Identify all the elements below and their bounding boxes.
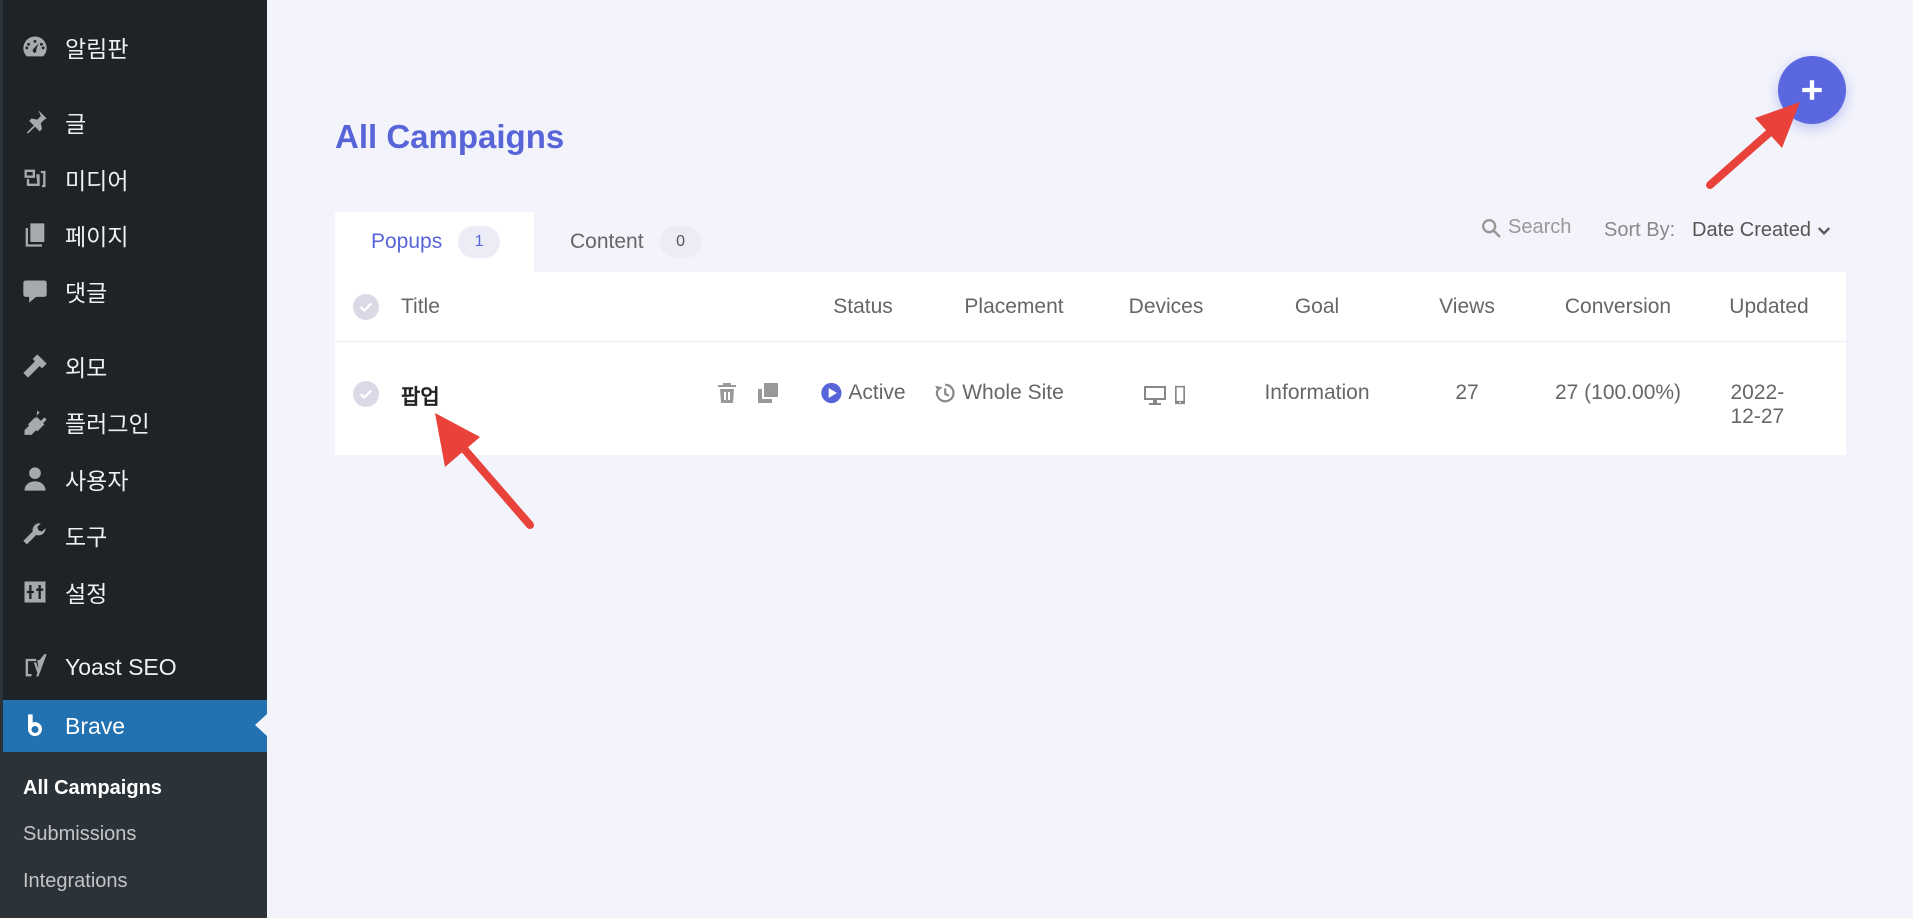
status-label: Active [848, 381, 906, 404]
sort-value: Date Created [1692, 219, 1811, 241]
tab-popups[interactable]: Popups 1 [335, 212, 534, 272]
conversion-cell: 27 (100.00%) [1554, 381, 1682, 404]
sidebar-item-label: 댓글 [65, 280, 108, 306]
page-title: All Campaigns [335, 118, 565, 155]
sidebar-item-plugins[interactable]: 플러그인 [3, 398, 267, 446]
tab-label: Popups [371, 230, 443, 253]
sidebar-item-appearance[interactable]: 외모 [3, 342, 267, 390]
chevron-down-icon [1817, 226, 1831, 235]
sidebar-item-dashboard[interactable]: 알림판 [3, 23, 267, 71]
brave-icon [19, 710, 51, 742]
tab-label: Content [570, 230, 644, 253]
sidebar-item-brave[interactable]: Brave [3, 700, 267, 752]
play-icon [821, 382, 842, 404]
sidebar-item-label: Yoast SEO [65, 653, 177, 680]
tools-icon [19, 519, 51, 551]
sidebar-item-label: 알림판 [65, 36, 129, 62]
updated-cell: 2022-12-27 [1730, 381, 1785, 428]
tab-content[interactable]: Content 0 [534, 212, 734, 272]
column-header-goal: Goal [1294, 295, 1340, 318]
sidebar-item-label: 플러그인 [65, 411, 150, 437]
views-cell: 27 [1455, 381, 1479, 404]
placement-label: Whole Site [962, 381, 1064, 404]
active-indicator [255, 714, 267, 736]
column-header-placement: Placement [964, 295, 1064, 318]
column-header-views: Views [1439, 295, 1495, 318]
search-button[interactable]: Search [1480, 216, 1571, 239]
column-header-updated: Updated [1729, 295, 1809, 318]
trash-icon [718, 383, 736, 403]
check-icon [359, 389, 373, 400]
sidebar-item-comments[interactable]: 댓글 [3, 267, 267, 315]
annotation-arrow-icon [1706, 102, 1800, 189]
desktop-icon [1144, 386, 1166, 405]
select-all-checkbox[interactable] [353, 294, 379, 320]
sidebar-item-tools[interactable]: 도구 [3, 511, 267, 559]
sidebar-item-label: 사용자 [65, 468, 129, 494]
plugins-icon [19, 406, 51, 438]
sidebar-item-label: 도구 [65, 524, 108, 550]
admin-sidebar: 알림판 글 미디어 페이지 댓글 외모 플러그인 사용자 도구 설정 Yoast… [0, 0, 267, 918]
table-row: 팝업 Active Whole Site Information 27 27 (… [335, 343, 1846, 455]
goal-cell: Information [1264, 381, 1370, 404]
pages-icon [19, 219, 51, 251]
campaigns-table: Title Status Placement Devices Goal View… [335, 272, 1846, 455]
submenu-integrations[interactable]: Integrations [23, 870, 128, 893]
tab-count-badge: 1 [458, 226, 501, 258]
sort-dropdown[interactable]: Date Created [1692, 219, 1831, 242]
sidebar-item-yoast-seo[interactable]: Yoast SEO [3, 643, 267, 691]
sidebar-item-media[interactable]: 미디어 [3, 155, 267, 203]
table-header: Title Status Placement Devices Goal View… [335, 272, 1846, 342]
column-header-status: Status [833, 295, 893, 318]
sort-label: Sort By: [1604, 219, 1676, 241]
column-header-devices: Devices [1128, 295, 1204, 318]
submenu-all-campaigns[interactable]: All Campaigns [23, 777, 162, 800]
status-cell[interactable]: Active [820, 381, 906, 405]
history-icon [935, 383, 955, 403]
tab-count-badge: 0 [659, 226, 702, 258]
comments-icon [19, 275, 51, 307]
copy-icon [758, 383, 778, 403]
appearance-icon [19, 350, 51, 382]
dashboard-icon [19, 31, 51, 63]
column-header-title[interactable]: Title [401, 295, 440, 319]
sidebar-item-pages[interactable]: 페이지 [3, 211, 267, 259]
submenu-submissions[interactable]: Submissions [23, 823, 136, 846]
annotation-arrow-icon [435, 413, 534, 529]
sidebar-item-posts[interactable]: 글 [3, 98, 267, 146]
column-header-conversion: Conversion [1564, 295, 1672, 318]
pin-icon [19, 106, 51, 138]
placement-cell: Whole Site [934, 381, 1064, 405]
search-icon [1482, 218, 1501, 238]
row-checkbox[interactable] [353, 381, 379, 407]
duplicate-button[interactable] [756, 381, 780, 405]
check-icon [359, 302, 373, 313]
sidebar-item-label: 미디어 [65, 168, 129, 194]
sidebar-item-users[interactable]: 사용자 [3, 455, 267, 503]
devices-cell [1142, 383, 1190, 407]
sidebar-item-label: 외모 [65, 355, 108, 381]
search-label: Search [1508, 216, 1572, 238]
sidebar-item-label: 글 [65, 111, 87, 137]
sidebar-item-settings[interactable]: 설정 [3, 568, 267, 616]
sidebar-item-label: Brave [65, 712, 126, 739]
sidebar-item-label: 설정 [65, 581, 108, 607]
mobile-icon [1175, 385, 1185, 405]
delete-button[interactable] [715, 381, 739, 405]
sidebar-item-label: 페이지 [65, 224, 129, 250]
settings-icon [19, 576, 51, 608]
yoast-icon [19, 651, 51, 683]
brave-submenu: All Campaigns Submissions Integrations [3, 752, 267, 918]
users-icon [19, 463, 51, 495]
media-icon [19, 163, 51, 195]
